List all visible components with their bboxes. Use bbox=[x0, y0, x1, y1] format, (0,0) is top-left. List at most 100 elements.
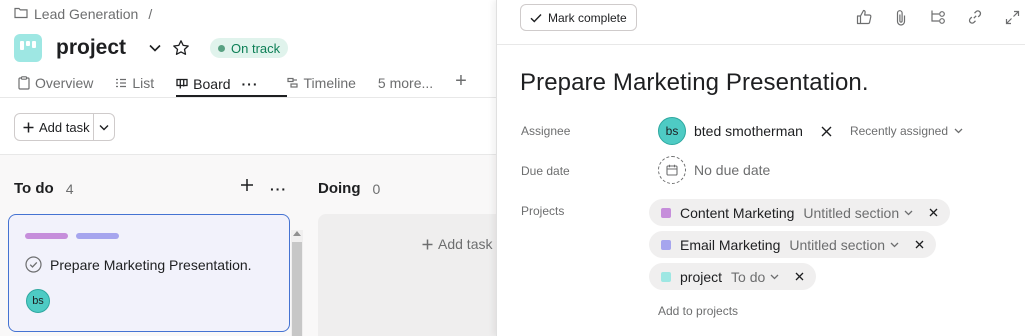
chevron-down-icon bbox=[954, 128, 963, 134]
task-detail-pane: Mark complete Prepare Marketing Presenta… bbox=[496, 0, 1025, 336]
doing-column bbox=[318, 214, 496, 336]
project-header: project On track bbox=[14, 32, 289, 64]
plus-icon bbox=[23, 122, 34, 132]
doing-add-task-label: Add task bbox=[438, 236, 493, 252]
project-title[interactable]: project bbox=[56, 36, 126, 60]
tab-board[interactable]: Board ··· bbox=[176, 72, 287, 97]
status-label: On track bbox=[231, 40, 281, 56]
tab-options-icon[interactable]: ··· bbox=[242, 76, 259, 92]
due-date-label: Due date bbox=[521, 164, 570, 178]
project-tabs: Overview List Board ··· Timeline 5 more.… bbox=[18, 71, 467, 98]
due-date-field[interactable]: No due date bbox=[658, 156, 770, 184]
card-tag-bar bbox=[25, 233, 68, 239]
project-name[interactable]: Email Marketing bbox=[680, 237, 780, 253]
add-task-button[interactable]: Add task bbox=[14, 113, 115, 141]
add-task-label: Add task bbox=[39, 119, 90, 135]
add-tab-plus-icon[interactable]: + bbox=[455, 71, 467, 91]
status-badge[interactable]: On track bbox=[210, 38, 289, 58]
tab-more[interactable]: 5 more... bbox=[378, 72, 455, 94]
add-to-projects-link[interactable]: Add to projects bbox=[658, 304, 738, 318]
chevron-down-icon bbox=[904, 210, 913, 215]
task-card[interactable]: Prepare Marketing Presentation. bs bbox=[8, 214, 290, 332]
column-title: To do bbox=[14, 180, 54, 197]
mark-complete-button[interactable]: Mark complete bbox=[520, 4, 637, 31]
tab-timeline[interactable]: Timeline bbox=[286, 72, 378, 94]
project-pill[interactable]: project To do bbox=[649, 263, 817, 290]
task-title[interactable]: Prepare Marketing Presentation. bbox=[520, 69, 869, 97]
tab-label: Timeline bbox=[303, 75, 356, 91]
column-count: 4 bbox=[65, 180, 74, 197]
section-dropdown[interactable]: Untitled section bbox=[789, 237, 899, 253]
copy-link-icon[interactable] bbox=[965, 7, 985, 27]
section-dropdown[interactable]: To do bbox=[731, 269, 779, 285]
column-header-todo[interactable]: To do 4 bbox=[14, 180, 74, 197]
check-circle-icon[interactable] bbox=[25, 256, 42, 273]
expand-fullscreen-icon[interactable] bbox=[1002, 7, 1022, 27]
status-dot-icon bbox=[218, 44, 226, 52]
project-color-swatch bbox=[661, 271, 671, 282]
project-board-pane: Lead Generation / project On track Overv… bbox=[0, 0, 496, 336]
tab-label: Overview bbox=[35, 75, 94, 91]
project-color-swatch bbox=[661, 207, 671, 218]
project-color-swatch bbox=[661, 239, 671, 250]
folder-icon bbox=[14, 6, 28, 22]
tabs-divider bbox=[0, 97, 496, 98]
assignee-field[interactable]: bs bted smotherman Recently assigned bbox=[658, 117, 963, 145]
project-name[interactable]: Content Marketing bbox=[680, 205, 794, 221]
plus-icon bbox=[422, 239, 433, 249]
assignee-label: Assignee bbox=[521, 124, 571, 138]
add-task-dropdown-chevron-icon[interactable] bbox=[94, 124, 114, 131]
avatar: bs bbox=[658, 117, 686, 145]
avatar[interactable]: bs bbox=[26, 289, 50, 313]
column-title: Doing bbox=[318, 180, 361, 197]
breadcrumb-parent-link[interactable]: Lead Generation bbox=[34, 6, 138, 22]
remove-project-close-icon[interactable] bbox=[795, 272, 804, 281]
chevron-down-icon bbox=[890, 242, 899, 247]
remove-project-close-icon[interactable] bbox=[929, 208, 938, 217]
scroll-up-arrow-icon[interactable] bbox=[293, 231, 301, 236]
assignee-name[interactable]: bted smotherman bbox=[694, 123, 803, 139]
tab-overview[interactable]: Overview bbox=[18, 72, 115, 94]
section-name: Untitled section bbox=[789, 236, 886, 253]
section-dropdown[interactable]: Untitled section bbox=[803, 205, 913, 221]
checkmark-icon bbox=[530, 13, 542, 23]
tab-label: List bbox=[132, 75, 155, 91]
column-add-plus-icon[interactable] bbox=[240, 178, 254, 197]
timeline-icon bbox=[286, 77, 299, 89]
project-pill[interactable]: Email Marketing Untitled section bbox=[649, 231, 937, 258]
task-toolbar bbox=[854, 7, 1022, 27]
project-menu-chevron-icon[interactable] bbox=[148, 43, 162, 53]
scrollbar-thumb[interactable] bbox=[292, 242, 302, 336]
add-task-main-button[interactable]: Add task bbox=[15, 114, 94, 140]
attachment-paperclip-icon[interactable] bbox=[891, 7, 911, 27]
column-more-icon[interactable]: ··· bbox=[270, 181, 287, 197]
projects-label: Projects bbox=[521, 204, 565, 218]
doing-add-task-button[interactable]: Add task bbox=[422, 236, 492, 252]
tab-label: Board bbox=[193, 75, 231, 92]
recently-assigned-dropdown[interactable]: Recently assigned bbox=[850, 124, 963, 138]
project-icon[interactable] bbox=[14, 34, 42, 62]
section-name: Untitled section bbox=[803, 204, 900, 221]
project-pill[interactable]: Content Marketing Untitled section bbox=[649, 199, 951, 226]
chevron-down-icon bbox=[770, 274, 779, 279]
column-header-doing[interactable]: Doing 0 bbox=[318, 180, 380, 197]
like-thumb-icon[interactable] bbox=[854, 7, 874, 27]
tab-list[interactable]: List bbox=[115, 72, 176, 94]
mark-complete-label: Mark complete bbox=[548, 10, 627, 25]
clipboard-icon bbox=[18, 76, 30, 90]
column-count: 0 bbox=[372, 180, 381, 197]
calendar-icon bbox=[658, 156, 686, 184]
card-title-row: Prepare Marketing Presentation. bbox=[25, 256, 252, 273]
breadcrumb-separator: / bbox=[148, 6, 153, 22]
remove-assignee-close-icon[interactable] bbox=[821, 126, 832, 137]
detail-header-divider bbox=[497, 44, 1025, 45]
list-icon bbox=[115, 77, 127, 89]
board-icon bbox=[176, 78, 188, 90]
subtask-icon[interactable] bbox=[928, 7, 948, 27]
recently-assigned-label: Recently assigned bbox=[849, 124, 949, 138]
breadcrumb: Lead Generation / bbox=[14, 6, 152, 22]
project-name[interactable]: project bbox=[680, 269, 722, 285]
remove-project-close-icon[interactable] bbox=[915, 240, 924, 249]
star-icon[interactable] bbox=[172, 39, 190, 57]
card-tag-bar bbox=[76, 233, 119, 239]
